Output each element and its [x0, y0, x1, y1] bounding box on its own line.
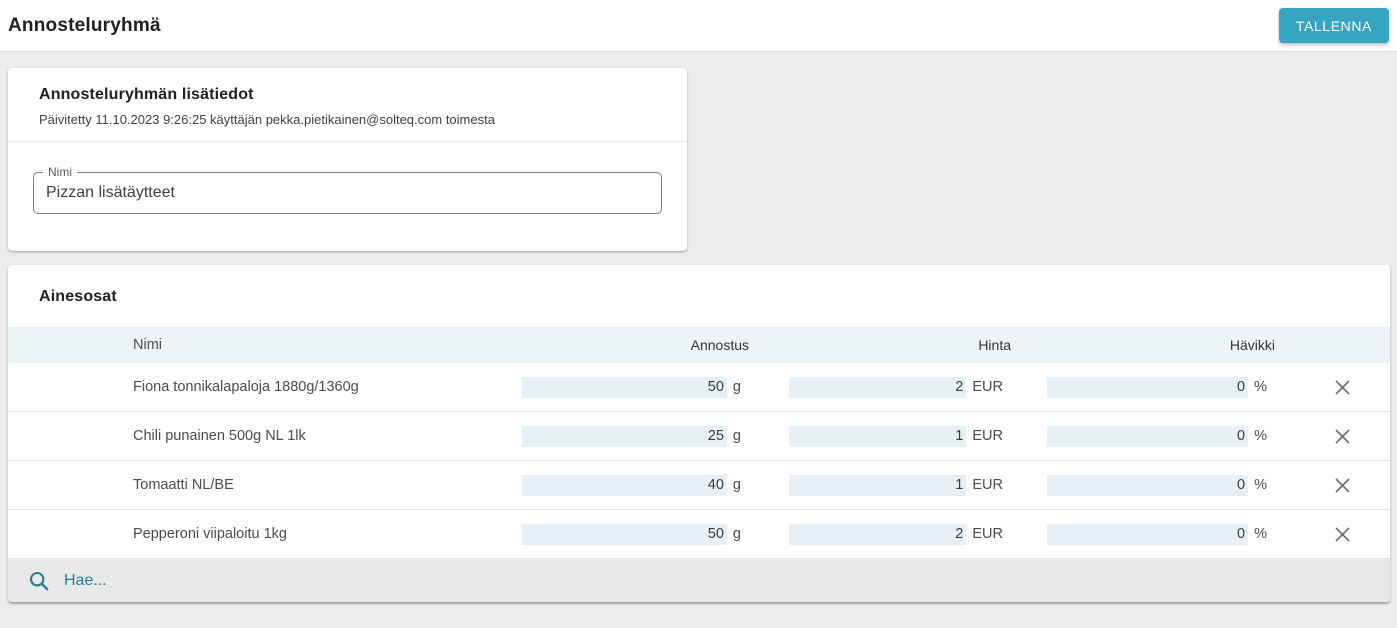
havikki-unit: %: [1254, 526, 1267, 542]
close-icon: [1334, 379, 1351, 396]
header-nimi: Nimi: [133, 337, 509, 353]
details-card-header: Annosteluryhmän lisätiedot Päivitetty 11…: [8, 68, 687, 141]
ingredients-card: Ainesosat Nimi Annostus Hinta Hävikki Fi…: [8, 265, 1390, 603]
search-icon: [28, 570, 50, 592]
annostus-cell: g: [509, 377, 749, 398]
updated-info: Päivitetty 11.10.2023 9:26:25 käyttäjän …: [39, 112, 656, 127]
annostus-input[interactable]: [522, 377, 727, 398]
header-havikki: Hävikki: [1011, 337, 1275, 353]
name-field-wrapper: Nimi: [33, 172, 662, 214]
ingredient-name: Pepperoni viipaloitu 1kg: [133, 526, 509, 542]
close-icon: [1334, 428, 1351, 445]
ingredient-name: Fiona tonnikalapaloja 1880g/1360g: [133, 379, 509, 395]
annostus-input[interactable]: [522, 475, 727, 496]
annostus-cell: g: [509, 426, 749, 447]
table-row: Chili punainen 500g NL 1lk g EUR %: [8, 412, 1390, 461]
hinta-input[interactable]: [789, 524, 966, 545]
ingredient-search-bar: [8, 559, 1390, 603]
hinta-unit: EUR: [972, 477, 1003, 493]
hinta-unit: EUR: [972, 379, 1003, 395]
details-card-body: Nimi: [8, 142, 687, 251]
annostus-unit: g: [733, 428, 741, 444]
save-button[interactable]: TALLENNA: [1279, 8, 1389, 43]
havikki-input[interactable]: [1047, 426, 1248, 447]
havikki-cell: %: [1011, 475, 1275, 496]
annostus-input[interactable]: [522, 426, 727, 447]
delete-row-button[interactable]: [1328, 421, 1358, 451]
annostus-unit: g: [733, 379, 741, 395]
close-icon: [1334, 477, 1351, 494]
header-hinta: Hinta: [749, 337, 1011, 353]
annostus-cell: g: [509, 475, 749, 496]
top-bar: Annosteluryhmä TALLENNA: [0, 0, 1397, 52]
details-card: Annosteluryhmän lisätiedot Päivitetty 11…: [8, 68, 687, 251]
ingredients-title: Ainesosat: [8, 265, 1390, 327]
close-icon: [1334, 526, 1351, 543]
hinta-input[interactable]: [789, 426, 966, 447]
hinta-cell: EUR: [749, 524, 1011, 545]
havikki-unit: %: [1254, 477, 1267, 493]
ingredient-name: Tomaatti NL/BE: [133, 477, 509, 493]
table-row: Fiona tonnikalapaloja 1880g/1360g g EUR …: [8, 363, 1390, 412]
havikki-unit: %: [1254, 428, 1267, 444]
hinta-cell: EUR: [749, 426, 1011, 447]
hinta-input[interactable]: [789, 377, 966, 398]
name-field-label: Nimi: [43, 165, 77, 179]
table-row: Pepperoni viipaloitu 1kg g EUR %: [8, 510, 1390, 559]
annostus-unit: g: [733, 477, 741, 493]
havikki-input[interactable]: [1047, 475, 1248, 496]
havikki-input[interactable]: [1047, 377, 1248, 398]
delete-row-button[interactable]: [1328, 372, 1358, 402]
hinta-cell: EUR: [749, 475, 1011, 496]
delete-row-button[interactable]: [1328, 519, 1358, 549]
havikki-cell: %: [1011, 377, 1275, 398]
havikki-cell: %: [1011, 524, 1275, 545]
table-header-row: Nimi Annostus Hinta Hävikki: [8, 327, 1390, 363]
hinta-unit: EUR: [972, 428, 1003, 444]
annostus-input[interactable]: [522, 524, 727, 545]
ingredient-name: Chili punainen 500g NL 1lk: [133, 428, 509, 444]
header-annostus: Annostus: [509, 337, 749, 353]
havikki-unit: %: [1254, 379, 1267, 395]
hinta-cell: EUR: [749, 377, 1011, 398]
name-input[interactable]: [34, 173, 661, 213]
delete-row-button[interactable]: [1328, 470, 1358, 500]
annostus-unit: g: [733, 526, 741, 542]
hinta-unit: EUR: [972, 526, 1003, 542]
havikki-cell: %: [1011, 426, 1275, 447]
annostus-cell: g: [509, 524, 749, 545]
search-input[interactable]: [64, 572, 1370, 590]
table-row: Tomaatti NL/BE g EUR %: [8, 461, 1390, 510]
details-card-title: Annosteluryhmän lisätiedot: [39, 86, 656, 104]
havikki-input[interactable]: [1047, 524, 1248, 545]
hinta-input[interactable]: [789, 475, 966, 496]
page-title: Annosteluryhmä: [8, 15, 161, 37]
